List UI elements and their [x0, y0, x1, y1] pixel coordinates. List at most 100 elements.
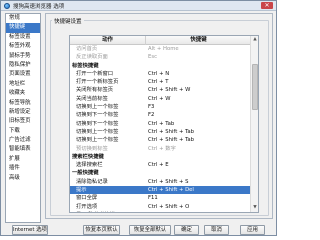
- shortcut-cell: Ctrl + Shift + O: [148, 203, 190, 210]
- table-row[interactable]: 切换到上一个标签 F3: [70, 103, 251, 111]
- shortcut-cell: F2: [148, 112, 155, 119]
- shortcut-cell: Ctrl + W: [148, 95, 171, 102]
- settings-panel: 快捷键设置 动作 快捷键 访问首页 Alt + Home 反正读取页面 Esc 标签快捷…: [45, 13, 273, 219]
- shortcut-cell: Ctrl + Shift + Tab: [148, 137, 195, 144]
- table-row[interactable]: 选择搜索栏 Ctrl + E: [70, 161, 251, 169]
- sidebar-item[interactable]: 地址栏: [6, 80, 40, 89]
- action-cell: 访问首页: [76, 46, 98, 52]
- table-body: 访问首页 Alt + Home 反正读取页面 Esc 标签快捷键 打开一个新窗口 Ctrl …: [70, 45, 251, 213]
- table-row[interactable]: 显示/隐藏书签栏Ctrl + B: [70, 211, 251, 213]
- table-row[interactable]: 反正读取页面 Esc: [70, 53, 251, 61]
- shortcut-cell: Ctrl + B: [146, 211, 251, 213]
- action-cell: 切换到上一个标签: [76, 104, 119, 111]
- sidebar-item[interactable]: 新增设定: [6, 108, 40, 117]
- shortcut-cell: Ctrl + Shift + W: [148, 87, 191, 94]
- table-section-row[interactable]: 一般快捷键: [70, 169, 251, 177]
- shortcut-table: 动作 快捷键 访问首页 Alt + Home 反正读取页面 Esc 标签快捷键 打开一个新…: [69, 35, 259, 213]
- shortcut-cell: Ctrl + T: [148, 79, 169, 86]
- action-cell: 反正读取页面: [76, 54, 108, 61]
- action-cell: 提示: [76, 187, 87, 194]
- title-bar: 搜狗高速浏览器 选项 ✕: [1, 1, 276, 11]
- action-cell: 清除隐私记录: [76, 178, 108, 185]
- reset-page-defaults-button[interactable]: 恢复本页默认: [83, 225, 120, 235]
- sidebar-item[interactable]: 鼠标手势: [6, 52, 40, 61]
- shortcut-cell: F11: [148, 195, 158, 202]
- table-row[interactable]: 清除隐私记录 Ctrl + Shift + S: [70, 178, 251, 186]
- sidebar-item[interactable]: 快捷键: [6, 23, 40, 33]
- table-row[interactable]: 打开一个新标签页 Ctrl + T: [70, 78, 251, 86]
- shortcut-cell: Ctrl + 数字: [148, 145, 176, 152]
- shortcut-cell: Ctrl + Tab: [148, 120, 175, 127]
- table-row[interactable]: 窗口全屏 F11: [70, 194, 251, 202]
- sidebar-item[interactable]: 智能填表: [6, 145, 40, 154]
- options-window: 搜狗高速浏览器 选项 ✕ 常规 快捷键 标签设置 标签外观 鼠标手势 隐私保护 页面设置 地址…: [0, 0, 277, 236]
- sidebar-item[interactable]: 旧标签页: [6, 117, 40, 126]
- apply-button[interactable]: 应用: [240, 225, 265, 235]
- shortcut-cell: Alt + Home: [148, 46, 179, 52]
- action-cell: 切换到下一个标签: [76, 120, 119, 127]
- action-cell: 打开一个新标签页: [76, 79, 119, 86]
- sidebar-item[interactable]: 标签设置: [6, 33, 40, 42]
- cancel-button[interactable]: 取消: [204, 225, 229, 235]
- action-cell: 搜索栏快捷键: [72, 153, 104, 160]
- shortcut-cell: Ctrl + Shift + S: [148, 178, 189, 185]
- shortcut-cell: [146, 169, 251, 177]
- action-cell: 关闭当前标签: [76, 95, 108, 102]
- shortcut-cell: Ctrl + Shift + Del: [148, 187, 194, 194]
- scrollbar-thumb[interactable]: [252, 64, 258, 110]
- reset-all-defaults-button[interactable]: 恢复全部默认: [129, 225, 171, 235]
- table-row[interactable]: 访问首页 Alt + Home: [70, 45, 251, 53]
- action-cell: 选择搜索栏: [76, 162, 103, 169]
- sidebar-item[interactable]: 常规: [6, 14, 40, 23]
- browser-logo-icon: [4, 2, 10, 9]
- action-cell: 标签快捷键: [72, 62, 99, 69]
- table-row[interactable]: 切换到下一个标签 F2: [70, 111, 251, 119]
- table-row[interactable]: 预切换到标签 Ctrl + 数字: [70, 145, 251, 153]
- sidebar-item[interactable]: 插件: [6, 164, 40, 173]
- sidebar-item[interactable]: 隐私保护: [6, 61, 40, 70]
- ok-button[interactable]: 确定: [174, 225, 199, 235]
- shortcut-cell: F3: [148, 104, 155, 111]
- shortcut-cell: Esc: [148, 54, 158, 61]
- close-icon[interactable]: ✕: [261, 2, 273, 9]
- table-row[interactable]: 关闭所有标签页 Ctrl + Shift + W: [70, 86, 251, 94]
- action-cell: 切换到上一个标签: [76, 137, 119, 144]
- sidebar-item[interactable]: 标签导航: [6, 99, 40, 108]
- shortcut-cell: Ctrl + N: [148, 70, 170, 77]
- sidebar-item[interactable]: 标签外观: [6, 42, 40, 51]
- action-cell: 打开一个新窗口: [76, 70, 114, 77]
- scroll-down-arrow-icon[interactable]: ▼: [251, 204, 258, 212]
- vertical-scrollbar[interactable]: ▲ ▼: [250, 36, 258, 212]
- column-header-shortcut[interactable]: 快捷键: [146, 36, 251, 45]
- table-row[interactable]: 切换到上一个标签 Ctrl + Shift + Tab: [70, 128, 251, 136]
- shortcut-cell: [146, 62, 251, 70]
- shortcut-cell: [146, 153, 251, 161]
- group-title: 快捷键设置: [52, 17, 84, 25]
- table-row[interactable]: 打开选项 Ctrl + Shift + O: [70, 203, 251, 211]
- sidebar-item[interactable]: 广告过滤: [6, 136, 40, 145]
- action-cell: 一般快捷键: [72, 170, 99, 177]
- internet-options-button[interactable]: Internet 选项: [12, 225, 48, 235]
- table-header: 动作 快捷键: [70, 36, 251, 45]
- table-section-row[interactable]: 标签快捷键: [70, 62, 251, 70]
- action-cell: 预切换到标签: [76, 145, 108, 152]
- table-row[interactable]: 提示 Ctrl + Shift + Del: [70, 186, 251, 195]
- action-cell: 打开选项: [76, 203, 98, 210]
- options-sidebar: 常规 快捷键 标签设置 标签外观 鼠标手势 隐私保护 页面设置 地址栏 收藏夹 标签导航 新增设定旧…: [5, 13, 41, 223]
- sidebar-item[interactable]: 扩展: [6, 155, 40, 164]
- shortcut-cell: Ctrl + Shift + Tab: [148, 128, 195, 135]
- table-section-row[interactable]: 搜索栏快捷键: [70, 153, 251, 161]
- table-row[interactable]: 打开一个新窗口 Ctrl + N: [70, 70, 251, 78]
- action-cell: 关闭所有标签页: [76, 87, 114, 94]
- sidebar-item[interactable]: 页面设置: [6, 70, 40, 79]
- table-row[interactable]: 关闭当前标签 Ctrl + W: [70, 95, 251, 103]
- column-header-action[interactable]: 动作: [70, 36, 146, 45]
- action-cell: 显示/隐藏书签栏: [70, 211, 146, 213]
- table-row[interactable]: 切换到下一个标签 Ctrl + Tab: [70, 120, 251, 128]
- sidebar-item[interactable]: 下载: [6, 127, 40, 136]
- scroll-up-arrow-icon[interactable]: ▲: [251, 36, 258, 44]
- sidebar-item[interactable]: 收藏夹: [6, 89, 40, 98]
- sidebar-item[interactable]: 高级: [6, 174, 40, 183]
- table-row[interactable]: 切换到上一个标签 Ctrl + Shift + Tab: [70, 136, 251, 144]
- shortcut-cell: Ctrl + E: [148, 162, 169, 169]
